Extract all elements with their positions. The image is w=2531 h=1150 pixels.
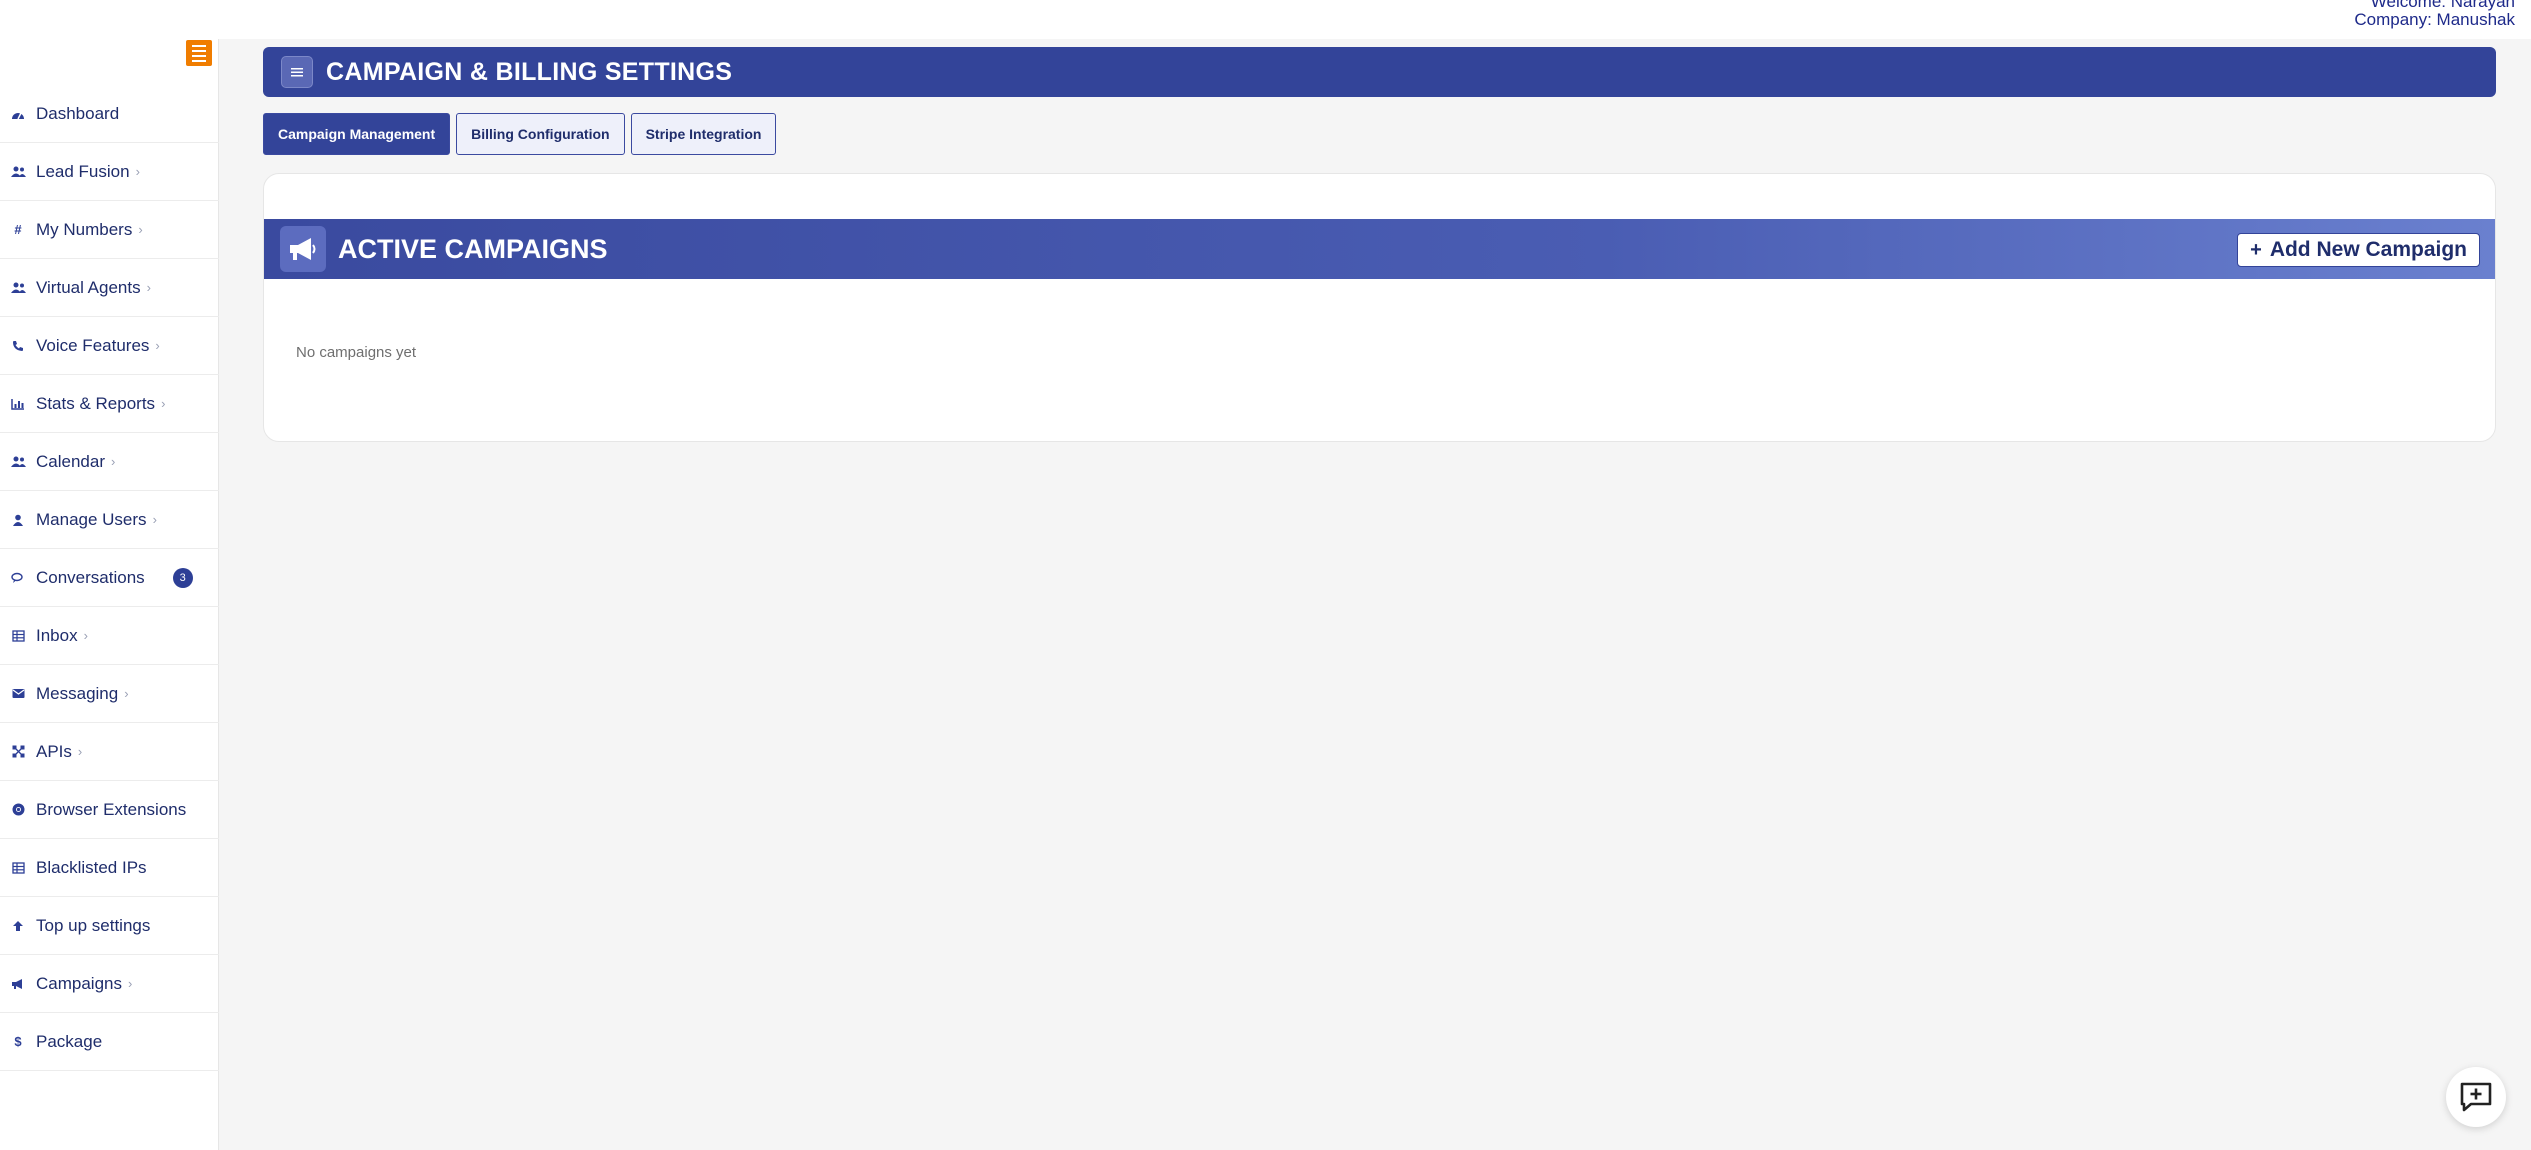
menu-toggle-button[interactable]: [281, 56, 313, 88]
api-icon: [10, 744, 26, 760]
sidebar-item-label: Dashboard: [36, 103, 120, 123]
sidebar-item-label: APIs: [36, 741, 72, 761]
plus-icon: +: [2250, 238, 2262, 261]
settings-tabs: Campaign Management Billing Configuratio…: [263, 113, 777, 155]
chevron-right-icon: ›: [128, 976, 133, 991]
sidebar-item-package[interactable]: $ Package: [0, 1013, 219, 1071]
chevron-right-icon: ›: [155, 338, 160, 353]
sidebar-item-label: Stats & Reports: [36, 393, 156, 413]
sidebar-item-blacklisted-ips[interactable]: Blacklisted IPs: [0, 839, 219, 897]
notification-badge: 3: [172, 567, 193, 588]
chevron-right-icon: ›: [146, 280, 151, 295]
phone-icon: [10, 338, 26, 354]
tab-billing-configuration[interactable]: Billing Configuration: [456, 113, 625, 155]
bar-chart-icon: [10, 396, 26, 412]
campaigns-card-header: ACTIVE CAMPAIGNS + Add New Campaign: [264, 219, 2495, 279]
sidebar-item-conversations[interactable]: Conversations 3: [0, 549, 219, 607]
tab-campaign-management[interactable]: Campaign Management: [263, 113, 451, 155]
sidebar-item-calendar[interactable]: Calendar ›: [0, 433, 219, 491]
page-title: CAMPAIGN & BILLING SETTINGS: [326, 57, 733, 86]
sidebar-item-virtual-agents[interactable]: Virtual Agents ›: [0, 259, 219, 317]
sidebar-nav: Dashboard Lead Fusion › # My Numbers › V…: [0, 85, 219, 1071]
sidebar-item-label: Inbox: [36, 625, 78, 645]
sidebar-item-label: My Numbers: [36, 219, 133, 239]
sidebar-item-lead-fusion[interactable]: Lead Fusion ›: [0, 143, 219, 201]
sidebar-item-label: Browser Extensions: [36, 799, 187, 819]
megaphone-icon: [10, 976, 26, 992]
sidebar-item-apis[interactable]: APIs ›: [0, 723, 219, 781]
chevron-right-icon: ›: [161, 396, 166, 411]
sidebar-item-label: Blacklisted IPs: [36, 857, 147, 877]
sidebar-item-voice-features[interactable]: Voice Features ›: [0, 317, 219, 375]
sidebar-item-label: Package: [36, 1031, 103, 1051]
table-icon: [10, 628, 26, 644]
add-new-campaign-label: Add New Campaign: [2269, 238, 2467, 261]
sidebar-item-label: Campaigns: [36, 973, 122, 993]
chevron-right-icon: ›: [135, 164, 140, 179]
chat-widget-button[interactable]: [2446, 1067, 2506, 1127]
sidebar-item-label: Conversations: [36, 567, 145, 587]
chevron-right-icon: ›: [124, 686, 129, 701]
chat-icon: [10, 570, 26, 586]
chevron-right-icon: ›: [77, 744, 83, 759]
sidebar-item-top-up-settings[interactable]: Top up settings: [0, 897, 219, 955]
sidebar-item-label: Lead Fusion: [36, 161, 130, 181]
sidebar-item-browser-extensions[interactable]: Browser Extensions: [0, 781, 219, 839]
sidebar: Dashboard Lead Fusion › # My Numbers › V…: [0, 39, 219, 1150]
sidebar-item-manage-users[interactable]: Manage Users ›: [0, 491, 219, 549]
sidebar-item-dashboard[interactable]: Dashboard: [0, 85, 219, 143]
users-icon: [10, 454, 26, 470]
users-icon: [10, 280, 26, 296]
sidebar-item-label: Messaging: [36, 683, 119, 703]
user-icon: [10, 512, 26, 528]
campaigns-title: ACTIVE CAMPAIGNS: [338, 233, 608, 264]
sidebar-toggle-button[interactable]: [186, 40, 212, 66]
table-icon: [10, 860, 26, 876]
hash-icon: #: [14, 222, 22, 237]
chevron-right-icon: ›: [152, 512, 157, 527]
new-message-icon: [2460, 1082, 2492, 1112]
dashboard-icon: [10, 106, 26, 122]
sidebar-item-inbox[interactable]: Inbox ›: [0, 607, 219, 665]
chevron-right-icon: ›: [111, 454, 116, 469]
dollar-icon: $: [14, 1034, 22, 1049]
sidebar-item-label: Voice Features: [36, 335, 150, 355]
hamburger-icon: [291, 68, 303, 77]
top-bar: Welcome: Narayan Company: Manushak: [0, 0, 2531, 39]
arrow-up-icon: [10, 918, 26, 934]
sidebar-item-stats-reports[interactable]: Stats & Reports ›: [0, 375, 219, 433]
sidebar-item-label: Calendar: [36, 451, 105, 471]
sidebar-item-label: Manage Users: [36, 509, 147, 529]
users-icon: [10, 164, 26, 180]
chrome-icon: [10, 802, 26, 818]
envelope-icon: [10, 686, 26, 702]
sidebar-item-campaigns[interactable]: Campaigns ›: [0, 955, 219, 1013]
campaigns-card: ACTIVE CAMPAIGNS + Add New Campaign No c…: [263, 173, 2496, 442]
add-new-campaign-button[interactable]: + Add New Campaign: [2237, 233, 2480, 267]
sidebar-item-label: Virtual Agents: [36, 277, 141, 297]
megaphone-icon: [280, 226, 326, 272]
page-header: CAMPAIGN & BILLING SETTINGS: [263, 47, 2496, 97]
company-name: Company: Manushak: [2354, 10, 2515, 29]
chevron-right-icon: ›: [83, 628, 88, 643]
sidebar-item-my-numbers[interactable]: # My Numbers ›: [0, 201, 219, 259]
empty-state-text: No campaigns yet: [296, 344, 417, 361]
sidebar-item-label: Top up settings: [36, 915, 151, 935]
sidebar-item-messaging[interactable]: Messaging ›: [0, 665, 219, 723]
chevron-right-icon: ›: [138, 222, 143, 237]
tab-stripe-integration[interactable]: Stripe Integration: [630, 113, 777, 155]
